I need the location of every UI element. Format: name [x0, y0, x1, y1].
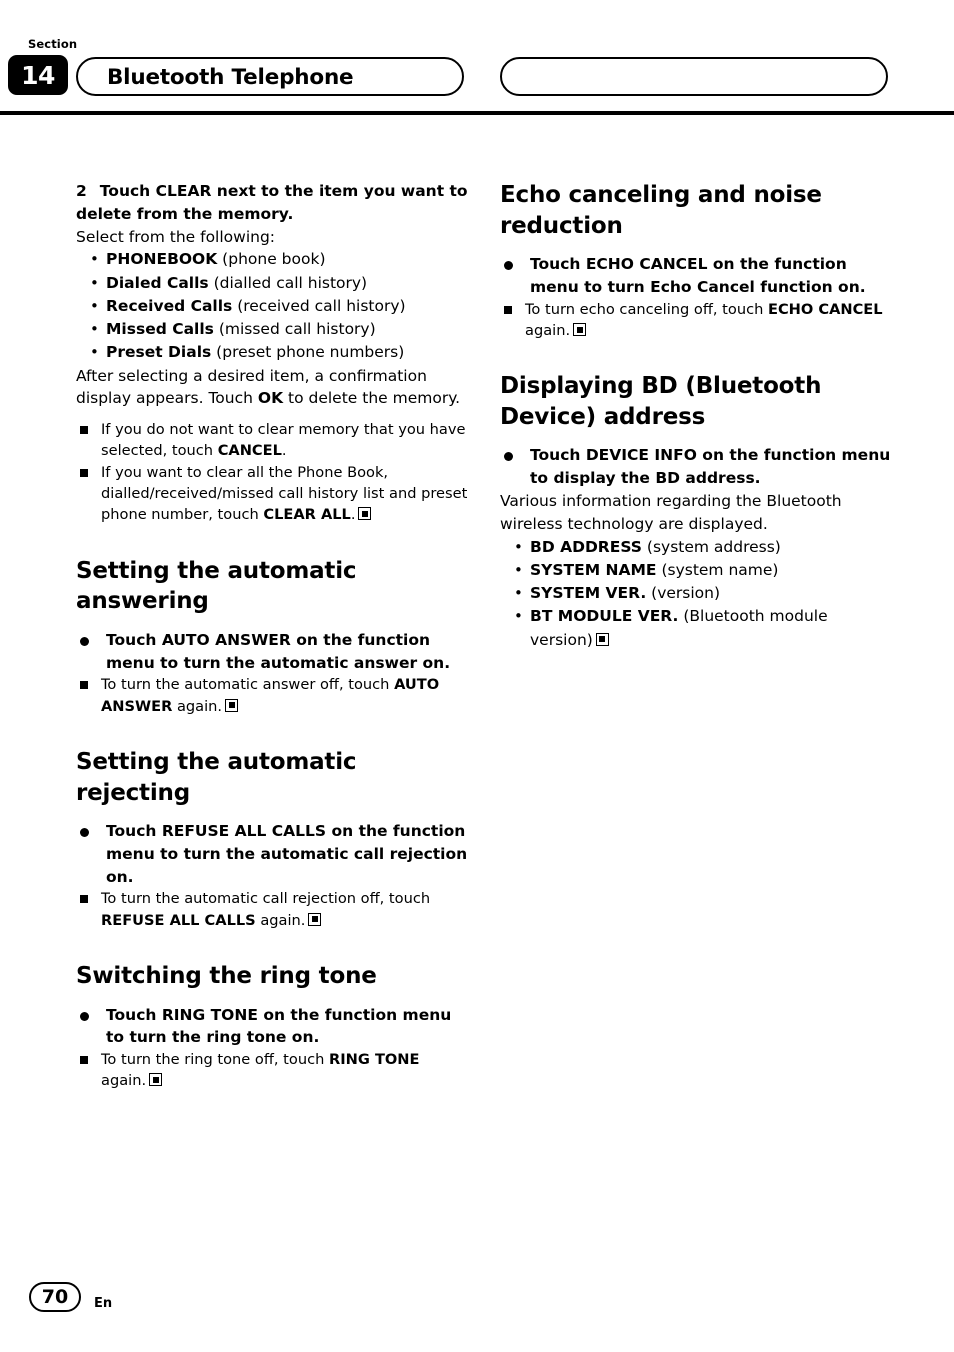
note-auto-answer: To turn the automatic answer off, touch … [76, 674, 468, 717]
note-ring-tone-bold: RING TONE [329, 1051, 420, 1069]
bd-info-list: BD ADDRESS (system address) SYSTEM NAME … [500, 536, 892, 652]
list-item-term: Missed Calls [106, 320, 214, 339]
heading-ring-tone: Switching the ring tone [76, 963, 377, 990]
list-item: Received Calls (received call history) [76, 295, 468, 318]
list-item-desc: (preset phone numbers) [211, 343, 405, 362]
list-item: Preset Dials (preset phone numbers) [76, 341, 468, 364]
note-echo-text-2: again. [525, 322, 571, 340]
list-item: SYSTEM NAME (system name) [500, 559, 892, 582]
note-clear-all: If you want to clear all the Phone Book,… [76, 462, 468, 526]
note-cancel-bold: CANCEL [217, 442, 282, 460]
language-label: En [94, 1296, 113, 1311]
note-auto-answer-text-1: To turn the automatic answer off, touch [101, 676, 395, 694]
section-label: Section [28, 37, 78, 51]
bullet-auto-answer: Touch AUTO ANSWER on the function menu t… [76, 629, 468, 675]
left-column: 2 Touch CLEAR next to the item you want t… [76, 180, 468, 1092]
note-clear-all-text-2: . [350, 506, 356, 524]
note-ring-tone-text-1: To turn the ring tone off, touch [101, 1051, 329, 1069]
end-mark-icon [308, 912, 322, 926]
page-header: Section 14 Bluetooth Telephone [0, 0, 954, 115]
list-item-term: Received Calls [106, 296, 233, 315]
note-echo-text-1: To turn echo canceling off, touch [525, 300, 768, 318]
note-auto-reject: To turn the automatic call rejection off… [76, 888, 468, 931]
end-mark-icon [573, 323, 587, 337]
after-select-text-2: to delete the memory. [283, 389, 461, 408]
list-item: PHONEBOOK (phone book) [76, 248, 468, 271]
end-mark-icon [225, 698, 239, 712]
delete-item-list: PHONEBOOK (phone book) Dialed Calls (dia… [76, 248, 468, 364]
list-item-desc: (missed call history) [213, 320, 376, 339]
after-select-ok: OK [257, 389, 284, 408]
heading-automatic-answering: Setting the automatic answering [76, 557, 357, 615]
bd-description: Various information regarding the Blueto… [500, 492, 842, 533]
chapter-title-pill: Bluetooth Telephone [76, 57, 464, 96]
note-auto-reject-text-2: again. [255, 911, 306, 929]
note-auto-answer-text-2: again. [172, 697, 223, 715]
list-item-desc: (received call history) [232, 296, 406, 315]
manual-page: Section 14 Bluetooth Telephone 2 Touch CL… [0, 0, 954, 1352]
note-auto-reject-text-1: To turn the automatic call rejection off… [101, 890, 431, 908]
list-item-desc: (system name) [656, 560, 779, 579]
section-number-badge: 14 [8, 55, 68, 95]
end-mark-icon [358, 507, 372, 521]
list-item-desc: (version) [646, 584, 721, 603]
step-2-text: Touch CLEAR next to the item you want to… [76, 182, 468, 223]
heading-bd-address: Displaying BD (Bluetooth Device) address [500, 373, 822, 430]
select-from-text: Select from the following: [76, 227, 276, 246]
note-clear-all-bold: CLEAR ALL [263, 506, 351, 524]
bullet-device-info: Touch DEVICE INFO on the function menu t… [500, 444, 892, 490]
end-mark-icon [595, 632, 609, 646]
note-ring-tone: To turn the ring tone off, touch RING TO… [76, 1049, 468, 1092]
heading-echo-canceling: Echo canceling and noise reduction [500, 182, 822, 239]
end-mark-icon [149, 1073, 163, 1087]
note-cancel-text-2: . [281, 442, 287, 460]
note-echo-cancel: To turn echo canceling off, touch ECHO C… [500, 299, 892, 342]
page-number-badge: 70 [29, 1282, 81, 1312]
bullet-ring-tone: Touch RING TONE on the function menu to … [76, 1004, 468, 1050]
list-item-term: PHONEBOOK [106, 250, 218, 269]
list-item: BD ADDRESS (system address) [500, 536, 892, 559]
list-item-term: BD ADDRESS [530, 537, 642, 556]
list-item: Missed Calls (missed call history) [76, 318, 468, 341]
bullet-echo-cancel: Touch ECHO CANCEL on the function menu t… [500, 253, 892, 299]
list-item-desc: (phone book) [217, 250, 326, 269]
list-item-term: SYSTEM VER. [530, 584, 647, 603]
list-item-term: Preset Dials [106, 343, 212, 362]
note-auto-reject-bold: REFUSE ALL CALLS [101, 911, 256, 929]
chapter-title-pill-right [500, 57, 888, 96]
list-item: SYSTEM VER. (version) [500, 582, 892, 605]
list-item-term: BT MODULE VER. [530, 607, 679, 626]
note-cancel: If you do not want to clear memory that … [76, 419, 468, 462]
list-item-desc: (system address) [641, 537, 781, 556]
step-2-number: 2 [76, 182, 87, 200]
heading-automatic-rejecting: Setting the automatic rejecting [76, 748, 357, 806]
note-ring-tone-text-2: again. [101, 1072, 147, 1090]
list-item-desc: (dialled call history) [208, 273, 368, 292]
after-select-paragraph: After selecting a desired item, a confir… [76, 365, 468, 411]
list-item: Dialed Calls (dialled call history) [76, 272, 468, 295]
list-item-term: Dialed Calls [106, 273, 209, 292]
page-title: Bluetooth Telephone [107, 65, 354, 90]
note-echo-bold: ECHO CANCEL [767, 300, 883, 318]
step-2: 2 Touch CLEAR next to the item you want t… [76, 180, 468, 226]
header-divider [0, 111, 954, 115]
bullet-refuse-all-calls: Touch REFUSE ALL CALLS on the function m… [76, 820, 468, 888]
list-item-term: SYSTEM NAME [530, 560, 657, 579]
right-column: Echo canceling and noise reduction Touch… [500, 180, 892, 652]
list-item: BT MODULE VER. (Bluetooth module version… [500, 605, 892, 652]
